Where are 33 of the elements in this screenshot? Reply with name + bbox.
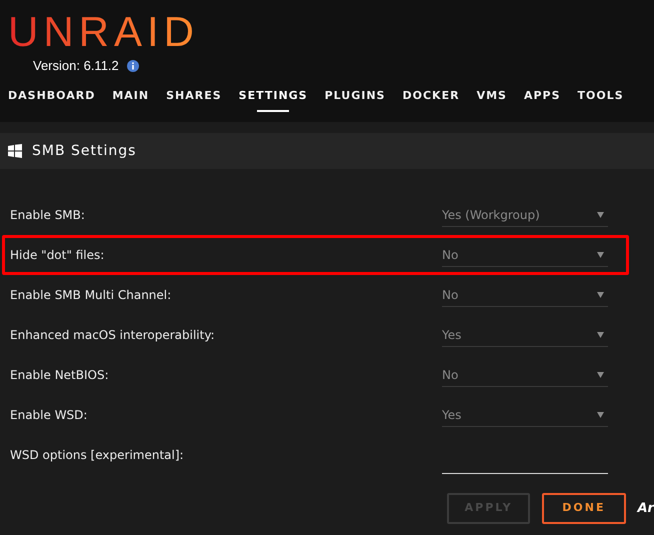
select-field[interactable]: Yes [442, 403, 608, 427]
select-field[interactable]: Yes [442, 323, 608, 347]
nav-tab[interactable]: APPS [524, 88, 561, 112]
nav-tab[interactable]: SHARES [166, 88, 222, 112]
setting-label: Enable WSD: [9, 407, 88, 424]
select-field[interactable]: No [442, 283, 608, 307]
caret-icon [597, 372, 604, 378]
nav-tab[interactable]: DASHBOARD [8, 88, 96, 112]
nav-tab[interactable]: PLUGINS [324, 88, 386, 112]
setting-label: Hide "dot" files: [9, 247, 106, 264]
nav-tab[interactable]: DOCKER [402, 88, 460, 112]
done-button[interactable]: DONE [542, 493, 626, 524]
setting-label: Enhanced macOS interoperability: [9, 327, 216, 344]
nav-tab[interactable]: MAIN [112, 88, 150, 112]
setting-label: Enable SMB: [9, 207, 86, 224]
nav-tab[interactable]: VMS [476, 88, 507, 112]
version-text: Version: 6.11.2 [33, 57, 119, 75]
setting-label: Enable SMB Multi Channel: [9, 287, 172, 304]
setting-label: WSD options [experimental]: [9, 447, 185, 464]
nav-tab[interactable]: SETTINGS [238, 88, 308, 112]
caret-icon [597, 252, 604, 258]
select-field[interactable]: No [442, 363, 608, 387]
info-icon[interactable] [126, 60, 139, 72]
windows-icon [8, 144, 22, 158]
caret-icon [597, 412, 604, 418]
setting-label: Enable NetBIOS: [9, 367, 110, 384]
select-field[interactable]: No [442, 243, 608, 267]
panel-title: SMB Settings [32, 142, 136, 160]
caret-icon [597, 212, 604, 218]
caret-icon [597, 292, 604, 298]
nav-tab[interactable]: TOOLS [578, 88, 624, 112]
caret-icon [597, 332, 604, 338]
select-field[interactable]: Yes (Workgroup) [442, 203, 608, 227]
